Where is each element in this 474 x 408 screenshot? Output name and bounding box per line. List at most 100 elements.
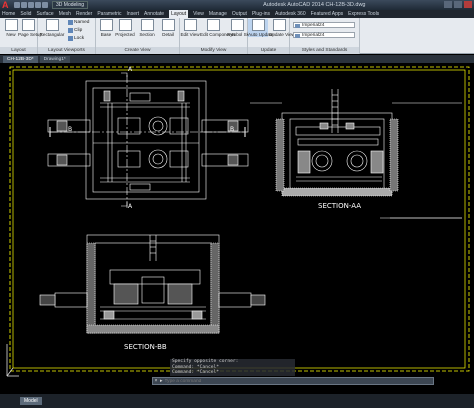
rectangular-label: Rectangular bbox=[39, 32, 65, 37]
detail-label: Detail bbox=[162, 32, 174, 37]
section-bb-label: SECTION-BB bbox=[124, 343, 167, 351]
minimize-button[interactable] bbox=[444, 1, 452, 8]
tab-annotate[interactable]: Annotate bbox=[144, 10, 164, 18]
workspace-switcher[interactable]: 3D Modeling bbox=[52, 1, 89, 9]
window-controls bbox=[444, 1, 472, 8]
auto-update-label: Auto Update bbox=[248, 32, 274, 37]
window-title: Autodesk AutoCAD 2014 CH-12B-3D.dwg bbox=[263, 2, 366, 8]
base-view-button[interactable]: Base bbox=[96, 19, 116, 37]
create-view-group: Base Projected Section Detail Create Vie… bbox=[96, 18, 180, 54]
layout-tab-bar: Model bbox=[0, 394, 474, 408]
section-aa-view bbox=[250, 89, 462, 219]
detail-view-icon bbox=[161, 19, 175, 31]
ucs-icon bbox=[6, 344, 19, 377]
edit-components-label: Edit Components bbox=[200, 32, 236, 37]
new-layout-icon bbox=[4, 19, 18, 31]
quick-access-toolbar bbox=[14, 2, 48, 8]
close-command-icon[interactable]: × bbox=[153, 378, 159, 384]
named-label: Named bbox=[74, 20, 90, 25]
page-setup-button[interactable]: Page Setup bbox=[18, 19, 43, 37]
tab-plug-ins[interactable]: Plug-ins bbox=[252, 10, 270, 18]
file-tab-drawing1[interactable]: Drawing1* bbox=[39, 56, 70, 63]
edit-components-button[interactable]: Edit Components bbox=[200, 19, 236, 37]
section-view-icon bbox=[140, 19, 154, 31]
styles-group: Imperial24 Imperial24 Styles and Standar… bbox=[290, 18, 360, 54]
lock-label: Lock bbox=[74, 36, 85, 41]
update-group: Auto Update Update View Update bbox=[248, 18, 295, 54]
tab-layout[interactable]: Layout bbox=[169, 10, 189, 18]
tab-manage[interactable]: Manage bbox=[209, 10, 227, 18]
layout-tab-model[interactable]: Model bbox=[20, 397, 42, 405]
detail-view-button[interactable]: Detail bbox=[158, 19, 178, 37]
modify-view-group: Edit View Edit Components Symbol Sketch … bbox=[180, 18, 258, 54]
clip-label: Clip bbox=[74, 28, 83, 33]
command-input[interactable] bbox=[164, 378, 365, 384]
command-history-line: Command: *Cancel* bbox=[170, 370, 295, 376]
tab-output[interactable]: Output bbox=[232, 10, 247, 18]
edit-components-icon bbox=[206, 19, 220, 31]
layout-viewports-group: Rectangular Named Clip Lock Layout Viewp… bbox=[38, 18, 96, 54]
tab-solid[interactable]: Solid bbox=[20, 10, 31, 18]
edit-view-button[interactable]: Edit View bbox=[180, 19, 200, 37]
lock-icon bbox=[68, 36, 73, 41]
auto-update-button[interactable]: Auto Update bbox=[248, 19, 274, 37]
lock-button[interactable]: Lock bbox=[68, 36, 84, 41]
symbol-sketch-button[interactable]: Symbol Sketch bbox=[227, 19, 258, 37]
ribbon-panel: New Page Setup Layout Rectangular Named … bbox=[0, 18, 474, 54]
tab-autodesk-360[interactable]: Autodesk 360 bbox=[275, 10, 306, 18]
cut-label-a-top: A bbox=[128, 66, 133, 73]
application-menu-icon[interactable]: A bbox=[2, 0, 11, 10]
tab-view[interactable]: View bbox=[193, 10, 204, 18]
update-view-label: Update View bbox=[269, 32, 295, 37]
open-file-icon[interactable] bbox=[21, 2, 27, 8]
auto-update-icon bbox=[251, 19, 265, 31]
base-label: Base bbox=[100, 32, 112, 37]
tab-parametric[interactable]: Parametric bbox=[97, 10, 121, 18]
symbol-sketch-icon bbox=[230, 19, 244, 31]
projected-view-button[interactable]: Projected bbox=[115, 19, 135, 37]
tab-mesh[interactable]: Mesh bbox=[59, 10, 71, 18]
tab-featured-apps[interactable]: Featured Apps bbox=[311, 10, 344, 18]
update-group-label: Update bbox=[248, 47, 289, 54]
tab-express-tools[interactable]: Express Tools bbox=[348, 10, 379, 18]
tab-surface[interactable]: Surface bbox=[36, 10, 53, 18]
redo-icon[interactable] bbox=[42, 2, 48, 8]
update-view-icon bbox=[272, 19, 286, 31]
section-bb-view bbox=[39, 234, 266, 334]
cut-label-a-bottom: A bbox=[128, 203, 133, 210]
undo-icon[interactable] bbox=[35, 2, 41, 8]
plan-view bbox=[47, 72, 249, 208]
symbol-sketch-label: Symbol Sketch bbox=[227, 32, 258, 37]
create-view-group-label: Create View bbox=[96, 47, 179, 54]
named-button[interactable]: Named bbox=[68, 20, 89, 25]
update-view-button[interactable]: Update View bbox=[269, 19, 295, 37]
save-icon[interactable] bbox=[28, 2, 34, 8]
projected-view-icon bbox=[118, 19, 132, 31]
command-line: × ▸ bbox=[152, 377, 434, 385]
named-views-icon bbox=[68, 20, 73, 25]
edit-view-label: Edit View bbox=[180, 32, 200, 37]
close-button[interactable] bbox=[464, 1, 472, 8]
drawing-linework bbox=[9, 66, 470, 372]
cut-label-b-right: B bbox=[230, 126, 235, 133]
page-setup-label: Page Setup bbox=[18, 32, 43, 37]
projected-label: Projected bbox=[115, 32, 135, 37]
file-tab-ch-12b-3d[interactable]: CH-12B-3D* bbox=[3, 56, 38, 63]
clip-button[interactable]: Clip bbox=[68, 28, 82, 33]
edit-view-icon bbox=[183, 19, 197, 31]
detail-style-select[interactable]: Imperial24 bbox=[293, 32, 355, 38]
tab-home[interactable]: Home bbox=[2, 10, 15, 18]
viewports-group-label: Layout Viewports bbox=[38, 47, 95, 54]
rectangular-button[interactable]: Rectangular bbox=[39, 19, 65, 37]
new-file-icon[interactable] bbox=[14, 2, 20, 8]
drawing-canvas[interactable]: A A B B SECTION-AA SECTION-BB bbox=[0, 63, 474, 394]
tab-insert[interactable]: Insert bbox=[127, 10, 140, 18]
base-view-icon bbox=[99, 19, 113, 31]
section-style-select[interactable]: Imperial24 bbox=[293, 22, 355, 28]
title-bar: A 3D Modeling Autodesk AutoCAD 2014 CH-1… bbox=[0, 0, 474, 10]
section-label: Section bbox=[139, 32, 155, 37]
tab-render[interactable]: Render bbox=[76, 10, 92, 18]
maximize-button[interactable] bbox=[454, 1, 462, 8]
styles-group-label: Styles and Standards bbox=[290, 47, 359, 54]
section-view-button[interactable]: Section bbox=[137, 19, 157, 37]
